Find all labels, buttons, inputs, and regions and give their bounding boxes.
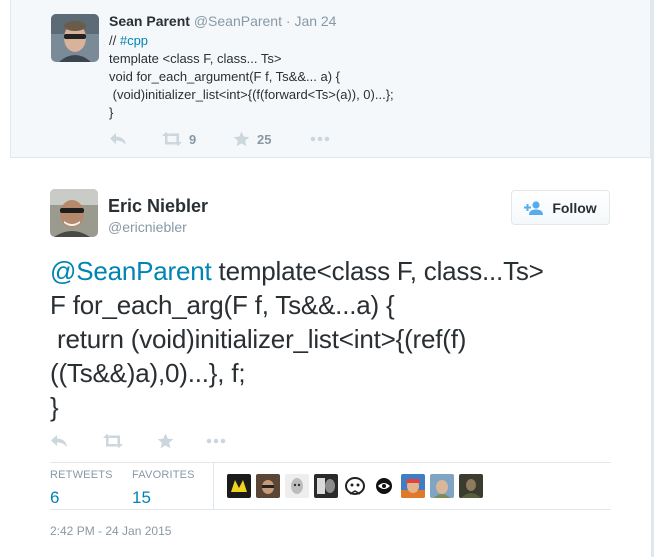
retweets-label: RETWEETS bbox=[50, 469, 113, 481]
sean-parent-avatar[interactable] bbox=[51, 14, 99, 62]
hashtag-link[interactable]: #cpp bbox=[120, 33, 148, 48]
stats-bottom-divider bbox=[50, 509, 611, 510]
main-tweet-text: @SeanParent template<class F, class...Ts… bbox=[50, 254, 544, 424]
parent-tweet-actions: 9 25 bbox=[109, 131, 369, 151]
author-handle[interactable]: @ericniebler bbox=[108, 219, 187, 235]
retweet-icon bbox=[103, 434, 123, 448]
author-handle[interactable]: @SeanParent bbox=[194, 13, 282, 29]
code-line: (void)initializer_list<int>{(f(forward<T… bbox=[109, 87, 394, 102]
more-button[interactable] bbox=[310, 131, 330, 147]
favoriter-avatar[interactable] bbox=[459, 474, 483, 498]
retweet-button[interactable]: 9 bbox=[162, 131, 196, 147]
parent-tweet-text: // #cpp template <class F, class... Ts> … bbox=[109, 32, 394, 122]
star-icon bbox=[157, 433, 174, 449]
favorite-button[interactable]: 25 bbox=[233, 131, 271, 147]
favoriter-avatar[interactable] bbox=[314, 474, 338, 498]
favoriter-avatar[interactable] bbox=[401, 474, 425, 498]
author-name[interactable]: Sean Parent bbox=[109, 13, 190, 29]
reply-button[interactable] bbox=[50, 433, 68, 449]
retweet-button[interactable] bbox=[103, 433, 123, 449]
author-name[interactable]: Eric Niebler bbox=[108, 196, 208, 217]
favoriter-avatar[interactable] bbox=[227, 474, 251, 498]
retweets-count[interactable]: 6 bbox=[50, 488, 59, 508]
reply-button[interactable] bbox=[109, 131, 127, 147]
favorites-count[interactable]: 15 bbox=[132, 488, 151, 508]
date-separator: · bbox=[285, 13, 291, 29]
tweet-stats: RETWEETS 6 FAVORITES 15 bbox=[50, 463, 611, 510]
retweet-icon bbox=[162, 132, 182, 146]
favoriter-avatar[interactable] bbox=[256, 474, 280, 498]
favoriter-avatar[interactable] bbox=[343, 474, 367, 498]
more-button[interactable] bbox=[206, 433, 226, 449]
code-line: } bbox=[50, 392, 59, 422]
follow-button[interactable]: Follow bbox=[511, 190, 610, 225]
code-line: F for_each_arg(F f, Ts&&...a) { bbox=[50, 290, 395, 320]
code-line: template <class F, class... Ts> bbox=[109, 51, 282, 66]
favorites-label: FAVORITES bbox=[132, 469, 195, 481]
tweet-date[interactable]: Jan 24 bbox=[294, 13, 336, 29]
main-tweet: Eric Niebler @ericniebler Follow @SeanPa… bbox=[10, 158, 651, 557]
favoriter-avatar[interactable] bbox=[285, 474, 309, 498]
favorite-button[interactable] bbox=[157, 433, 174, 449]
favoriter-avatar[interactable] bbox=[372, 474, 396, 498]
star-icon bbox=[233, 131, 250, 147]
follow-label: Follow bbox=[552, 199, 597, 216]
more-icon bbox=[310, 136, 330, 142]
reply-icon bbox=[51, 435, 67, 447]
stats-separator bbox=[213, 463, 214, 510]
code-line: void for_each_argument(F f, Ts&&... a) { bbox=[109, 69, 340, 84]
code-line: return (void)initializer_list<int>{(ref(… bbox=[50, 324, 467, 354]
more-icon bbox=[206, 438, 226, 444]
main-tweet-actions bbox=[50, 433, 250, 453]
code-line: } bbox=[109, 105, 114, 120]
code-line: ((Ts&&)a),0)...}, f; bbox=[50, 358, 246, 388]
code-line: // bbox=[109, 33, 120, 48]
parent-tweet[interactable]: Sean Parent @SeanParent · Jan 24 // #cpp… bbox=[10, 0, 651, 158]
reply-icon bbox=[110, 133, 126, 145]
mention-link[interactable]: @SeanParent bbox=[50, 256, 212, 286]
retweet-count: 9 bbox=[189, 131, 197, 147]
tweet-timestamp[interactable]: 2:42 PM - 24 Jan 2015 bbox=[50, 524, 171, 538]
add-user-icon bbox=[524, 200, 544, 215]
parent-tweet-header: Sean Parent @SeanParent · Jan 24 bbox=[109, 13, 336, 29]
favorite-count: 25 bbox=[257, 131, 272, 147]
favoriter-avatar[interactable] bbox=[430, 474, 454, 498]
eric-niebler-avatar[interactable] bbox=[50, 189, 98, 237]
code-line: template<class F, class...Ts> bbox=[211, 256, 544, 286]
favoriters-avatars bbox=[227, 474, 488, 498]
